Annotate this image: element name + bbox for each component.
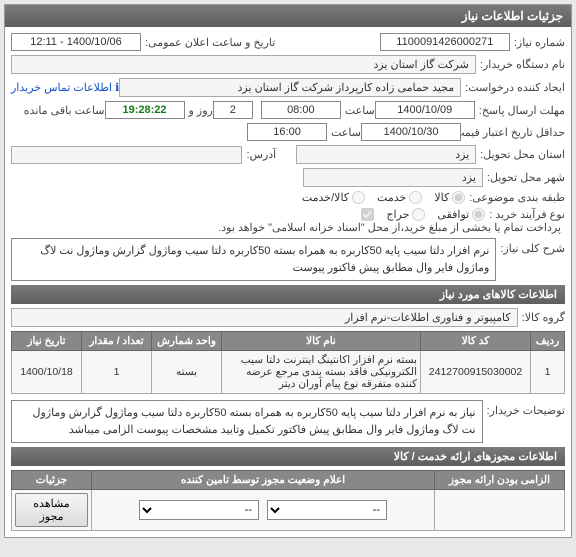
radio-goods[interactable]: کالا	[434, 191, 465, 204]
hour-label-2: ساعت	[331, 126, 361, 139]
time-remaining: 19:28:22	[105, 101, 185, 119]
send-deadline-time: 08:00	[261, 101, 341, 119]
th-license-status: اعلام وضعیت مجوز توسط تامین کننده	[92, 471, 435, 490]
cell-qty: 1	[82, 351, 152, 394]
days-remaining: 2	[213, 101, 253, 119]
info-icon: ℹ	[115, 82, 119, 94]
th-date: تاریخ نیاز	[12, 332, 82, 351]
license-details-cell: مشاهده مجوز	[12, 490, 92, 531]
validity-label: حداقل تاریخ اعتبار قیمت تا تاریخ:	[465, 126, 565, 139]
hour-label-1: ساعت	[345, 104, 375, 117]
cell-name: بسته نرم افزار اکانتینگ اینترنت دلتا سیب…	[222, 351, 421, 394]
license-table: الزامی بودن ارائه مجوز اعلام وضعیت مجوز …	[11, 470, 565, 531]
th-unit: واحد شمارش	[152, 332, 222, 351]
cell-code: 2412700915030002	[421, 351, 531, 394]
general-desc-value: نرم افزار دلتا سیب پایه 50کاربره به همرا…	[11, 238, 496, 281]
requester-value: مجید حمامی زاده کارپرداز شرکت گاز استان …	[119, 78, 461, 97]
address-value	[11, 146, 242, 164]
license-status-cell: -- --	[92, 490, 435, 531]
panel-title: جزئیات اطلاعات نیاز	[5, 5, 571, 27]
process-label: نوع فرآیند خرید :	[489, 208, 565, 221]
table-row[interactable]: 1 2412700915030002 بسته نرم افزار اکانتی…	[12, 351, 565, 394]
delivery-city-value: یزد	[303, 168, 483, 187]
th-qty: تعداد / مقدار	[82, 332, 152, 351]
license-status-select-2[interactable]: --	[139, 500, 259, 520]
requester-label: ایجاد کننده درخواست:	[465, 81, 565, 94]
goods-group-label: گروه کالا:	[522, 311, 565, 324]
send-deadline-label: مهلت ارسال پاسخ:	[479, 104, 565, 117]
need-details-panel: جزئیات اطلاعات نیاز شماره نیاز: 11000914…	[4, 4, 572, 538]
process-radio-group: توافقی حراج	[386, 208, 485, 221]
goods-group-value: کامپیوتر و فناوری اطلاعات-نرم افزار	[11, 308, 518, 327]
need-number-label: شماره نیاز:	[514, 36, 565, 49]
time-remaining-label: ساعت باقی مانده	[24, 104, 105, 117]
need-number-value: 1100091426000271	[380, 33, 510, 51]
th-required-license: الزامی بودن ارائه مجوز	[435, 471, 565, 490]
cell-date: 1400/10/18	[12, 351, 82, 394]
payment-checkbox	[361, 208, 374, 221]
buyer-org-value: شرکت گاز استان یزد	[11, 55, 476, 74]
radio-agreement[interactable]: توافقی	[437, 208, 485, 221]
payment-note: پرداخت تمام یا بخشی از مبلغ خرید،از محل …	[218, 221, 561, 234]
th-name: نام کالا	[222, 332, 421, 351]
license-status-select[interactable]: --	[267, 500, 387, 520]
th-row: ردیف	[531, 332, 565, 351]
request-city-value: یزد	[296, 145, 476, 164]
licenses-section: اطلاعات مجوزهای ارائه خدمت / کالا	[11, 447, 565, 466]
buyer-org-label: نام دستگاه خریدار:	[480, 58, 565, 71]
license-row: -- -- مشاهده مجوز	[12, 490, 565, 531]
public-announce-value: 1400/10/06 - 12:11	[11, 33, 141, 51]
radio-goods-service[interactable]: کالا/خدمت	[302, 191, 365, 204]
validity-time: 16:00	[247, 123, 327, 141]
request-city-label: استان محل تحویل:	[480, 148, 565, 161]
license-header-row: الزامی بودن ارائه مجوز اعلام وضعیت مجوز …	[12, 471, 565, 490]
table-header-row: ردیف کد کالا نام کالا واحد شمارش تعداد /…	[12, 332, 565, 351]
buyer-notes-value: نیاز به نرم افزار دلتا سیب پایه 50کاربره…	[11, 400, 483, 443]
goods-info-section: اطلاعات کالاهای مورد نیاز	[11, 285, 565, 304]
radio-auction[interactable]: حراج	[386, 208, 425, 221]
category-radio-group: کالا خدمت کالا/خدمت	[302, 191, 465, 204]
validity-date: 1400/10/30	[361, 123, 461, 141]
view-license-button[interactable]: مشاهده مجوز	[15, 493, 88, 527]
delivery-city-label: شهر محل تحویل:	[487, 171, 565, 184]
buyer-notes-label: توضیحات خریدار:	[487, 404, 565, 417]
public-announce-label: تاریخ و ساعت اعلان عمومی:	[145, 36, 275, 49]
cell-unit: بسته	[152, 351, 222, 394]
general-desc-label: شرح کلی نیاز:	[500, 242, 565, 255]
th-code: کد کالا	[421, 332, 531, 351]
cell-row: 1	[531, 351, 565, 394]
license-required-cell	[435, 490, 565, 531]
category-label: طبقه بندی موضوعی:	[469, 191, 565, 204]
days-and-label: روز و	[189, 104, 213, 117]
send-deadline-date: 1400/10/09	[375, 101, 475, 119]
panel-body: شماره نیاز: 1100091426000271 تاریخ و ساع…	[5, 27, 571, 537]
goods-table: ردیف کد کالا نام کالا واحد شمارش تعداد /…	[11, 331, 565, 394]
contact-info-link[interactable]: ℹ اطلاعات تماس خریدار	[11, 81, 119, 94]
th-details: جزئیات	[12, 471, 92, 490]
radio-service[interactable]: خدمت	[377, 191, 422, 204]
address-label: آدرس:	[246, 148, 276, 161]
